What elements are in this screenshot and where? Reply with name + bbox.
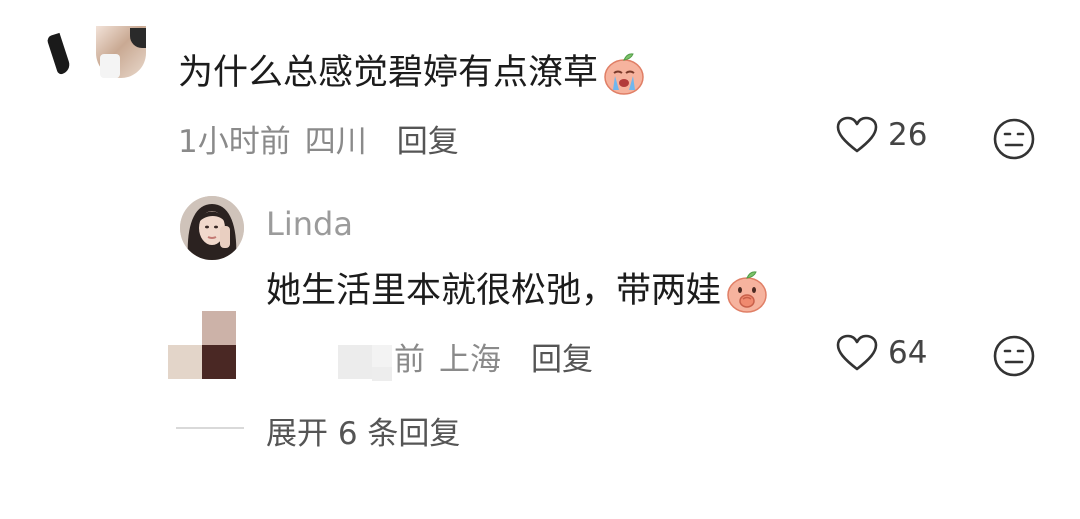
reply-dislike-face-icon[interactable] <box>992 334 1036 378</box>
mosaic-block <box>202 311 236 347</box>
reply-text: 她生活里本就很松弛，带两娃 <box>266 271 722 311</box>
mosaic-block <box>372 367 392 381</box>
comment-meta: 1小时前 四川 回复 <box>178 116 459 161</box>
like-button[interactable]: 26 <box>836 116 927 154</box>
reply-like-button[interactable]: 64 <box>836 334 927 372</box>
expand-divider <box>176 427 244 429</box>
comment-text: 为什么总感觉碧婷有点潦草 <box>178 53 599 93</box>
heart-icon <box>836 334 878 371</box>
commenter-avatar[interactable] <box>46 26 146 80</box>
reply-like-count: 64 <box>888 335 928 371</box>
comment-time: 1小时前 <box>178 124 291 160</box>
reply-time: 前 <box>394 342 425 378</box>
heart-icon <box>836 116 878 153</box>
like-count: 26 <box>888 117 928 153</box>
reply-meta: 前 上海 回复 <box>394 334 593 379</box>
reply-body: 她生活里本就很松弛，带两娃 <box>266 266 771 316</box>
expand-replies-button[interactable]: 展开 6 条回复 <box>266 408 460 453</box>
reply-author-name[interactable]: Linda <box>266 205 353 243</box>
reply-reply-button[interactable]: 回复 <box>531 334 593 379</box>
mosaic-block <box>338 345 372 379</box>
mosaic-block <box>372 345 392 367</box>
comment-location: 四川 <box>304 124 367 160</box>
mosaic-block <box>168 345 202 379</box>
crying-face-emoji-icon <box>604 53 644 95</box>
reply-author-avatar[interactable] <box>180 196 244 260</box>
mosaic-block <box>202 345 236 379</box>
reply-location: 上海 <box>439 342 501 378</box>
dislike-face-icon[interactable] <box>992 117 1036 161</box>
reply-button[interactable]: 回复 <box>397 116 459 161</box>
comment-body: 为什么总感觉碧婷有点潦草 <box>178 48 648 98</box>
covering-mouth-face-emoji-icon <box>727 271 767 313</box>
